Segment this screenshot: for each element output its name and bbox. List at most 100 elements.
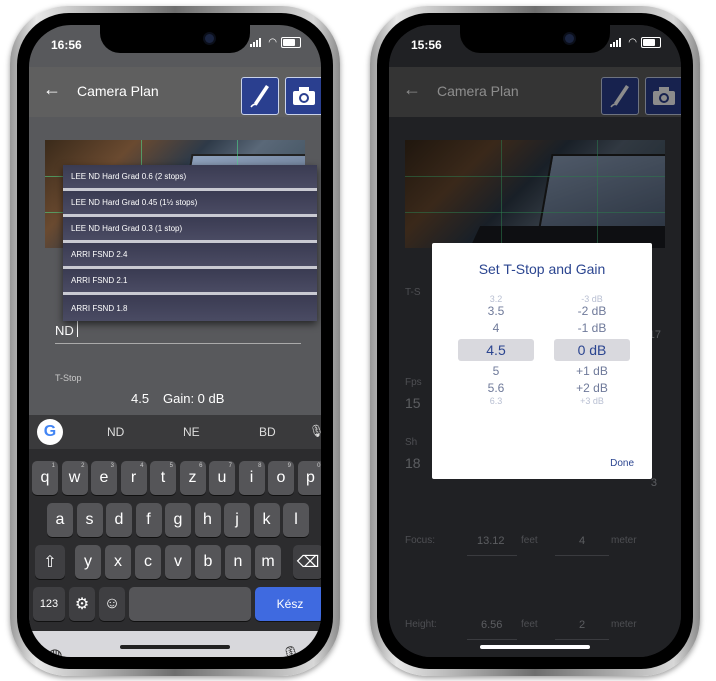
picker-selected-value: 0 dB [554,339,630,361]
picker-value: 5 [492,364,500,378]
key[interactable]: h [194,503,221,537]
key[interactable]: m [255,545,281,579]
dropdown-item[interactable]: ARRI FSND 1.8 [63,295,317,321]
key[interactable]: d [106,503,132,537]
key[interactable]: n [225,545,251,579]
key[interactable]: a [47,503,73,537]
suggestion[interactable]: BD [259,425,276,439]
phone-bezel: 16:56 ◠ ← Camera Plan LEE ND Hard Grad 0… [17,13,333,669]
dropdown-item[interactable]: LEE ND Hard Grad 0.45 (1½ stops) [63,191,317,217]
key[interactable]: f [135,503,162,537]
picker-value: -2 dB [577,304,607,318]
nd-filter-input[interactable]: ND [55,323,74,338]
emoji-icon[interactable]: ☺ [99,587,125,621]
keyboard: G ND NE BD 🎙 q1w2e3r4t5z6u7i8o9p0 asdfgh… [29,415,321,657]
tstop-picker[interactable]: 3.2 3.5 4 4.5 5 5.6 6.3 [458,294,534,406]
key[interactable]: x [105,545,131,579]
enter-key[interactable]: Kész [255,587,321,621]
camera-button[interactable] [285,77,321,115]
spacebar[interactable] [129,587,251,621]
key-label: v [174,553,182,570]
suggestion[interactable]: NE [183,425,200,439]
notch [460,25,610,53]
key[interactable]: y [75,545,101,579]
back-arrow-icon[interactable]: ← [43,79,61,100]
tstop-value[interactable]: 4.5 [131,391,149,406]
wifi-icon: ◠ [628,36,637,48]
key[interactable]: p0 [297,461,321,495]
key-label: o [276,469,286,486]
picker-value: 4 [492,321,500,335]
key[interactable]: r4 [120,461,147,495]
home-indicator [480,645,590,649]
key-label: r [130,469,137,486]
wifi-icon: ◠ [268,36,277,48]
settings-gear-icon[interactable]: ⚙ [69,587,95,621]
suggestion-bar: G ND NE BD 🎙 [29,415,321,449]
left-screen: 16:56 ◠ ← Camera Plan LEE ND Hard Grad 0… [29,25,321,657]
key[interactable]: q1 [32,461,58,495]
key[interactable]: c [135,545,161,579]
key[interactable]: j [224,503,250,537]
dropdown-item[interactable]: LEE ND Hard Grad 0.6 (2 stops) [63,165,317,191]
picker-value: 5.6 [487,381,505,395]
app-bar: ← Camera Plan [29,67,321,117]
key[interactable]: b [195,545,221,579]
key-hint: 3 [110,463,114,469]
key-label: g [173,511,183,528]
key-hint: 1 [51,463,55,469]
key-label: c [144,553,152,570]
key-label: x [114,553,122,570]
suggestion[interactable]: ND [107,425,124,439]
draw-button[interactable] [241,77,279,115]
key-label: p [306,469,315,486]
key[interactable]: i8 [238,461,265,495]
google-icon[interactable]: G [37,419,63,445]
done-button[interactable]: Done [610,458,634,469]
picker-value: 3.2 [489,294,503,304]
key-label: j [235,511,239,528]
key-label: y [84,553,92,570]
backspace-key[interactable]: ⌫ [293,545,321,579]
shift-key[interactable]: ⇧ [35,545,65,579]
key[interactable]: o9 [268,461,294,495]
key-label: l [294,511,298,528]
key-label: h [203,511,212,528]
tstop-label: T-Stop [55,373,82,383]
key[interactable]: v [165,545,191,579]
picker-value: +1 dB [576,364,608,378]
gain-picker[interactable]: -3 dB -2 dB -1 dB 0 dB +1 dB +2 dB +3 dB [554,295,630,406]
key[interactable]: s [76,503,103,537]
key-hint: 0 [317,463,321,469]
key[interactable]: g [165,503,191,537]
key[interactable]: l [283,503,309,537]
microphone-icon[interactable]: 🎙 [309,424,321,438]
notch [100,25,250,53]
key[interactable]: u7 [209,461,235,495]
key-hint: 7 [228,463,232,469]
key[interactable]: z6 [179,461,206,495]
key-label: q [40,469,50,486]
picker-selected-value: 4.5 [458,339,534,361]
numbers-key[interactable]: 123 [33,587,65,621]
key[interactable]: e3 [91,461,117,495]
front-camera-icon [565,34,574,43]
battery-icon [281,37,301,48]
key-label: e [99,469,109,486]
key[interactable]: k [253,503,280,537]
dictation-mic-icon[interactable]: 🎙 [281,645,301,657]
battery-icon [641,37,661,48]
key[interactable]: t5 [150,461,176,495]
dropdown-item[interactable]: LEE ND Hard Grad 0.3 (1 stop) [63,217,317,243]
pen-icon [250,85,269,108]
left-phone: 16:56 ◠ ← Camera Plan LEE ND Hard Grad 0… [10,6,340,676]
dropdown-item[interactable]: ARRI FSND 2.4 [63,243,317,269]
globe-icon[interactable]: ◍ [47,645,63,657]
picker-value: +3 dB [580,396,604,406]
key[interactable]: w2 [61,461,88,495]
dropdown-item[interactable]: ARRI FSND 2.1 [63,269,317,295]
right-screen: 15:56 ◠ ← Camera Plan T-S 17 Fps 15 Sh 1… [389,25,681,657]
key-label: u [217,469,227,486]
gain-value[interactable]: Gain: 0 dB [163,391,224,406]
picker-value: 3.5 [487,304,505,318]
